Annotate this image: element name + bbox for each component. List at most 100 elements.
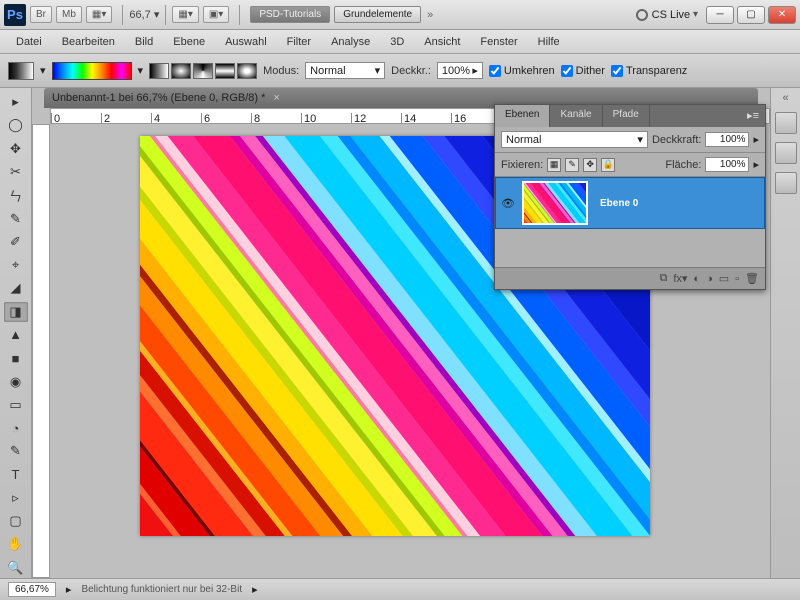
minimize-button[interactable]: ─	[706, 6, 734, 24]
diamond-gradient[interactable]	[237, 63, 257, 79]
new-layer-icon[interactable]: ▫	[735, 273, 739, 285]
lock-pixels[interactable]: ✎	[565, 158, 579, 172]
tool-marquee[interactable]: ◯	[4, 115, 28, 135]
fg-bg-swatch[interactable]	[8, 62, 34, 80]
layers-panel-icon[interactable]	[775, 112, 797, 134]
visibility-icon[interactable]: 👁	[496, 197, 520, 210]
tool-eyedropper[interactable]: ㄣ	[4, 185, 28, 205]
more-workspaces-icon[interactable]: »	[421, 9, 439, 21]
tool-move[interactable]: ▸	[4, 92, 28, 112]
tool-dodge[interactable]: ◉	[4, 371, 28, 391]
angle-gradient[interactable]	[193, 63, 213, 79]
blend-mode-dropdown[interactable]: Normal▾	[501, 131, 648, 148]
menu-ebene[interactable]: Ebene	[163, 33, 215, 51]
tab-kanale[interactable]: Kanäle	[550, 105, 602, 127]
menu-filter[interactable]: Filter	[277, 33, 321, 51]
close-tab-icon[interactable]: ×	[273, 92, 279, 104]
opacity-arrow-icon[interactable]: ▸	[753, 133, 759, 146]
tool-stamp[interactable]: ⌖	[4, 255, 28, 275]
tool-pencil[interactable]: ✐	[4, 232, 28, 252]
menu-auswahl[interactable]: Auswahl	[215, 33, 277, 51]
adjustment-icon[interactable]: ◑	[706, 273, 713, 285]
tab-pfade[interactable]: Pfade	[603, 105, 650, 127]
tool-pen[interactable]: ◔	[4, 418, 28, 438]
fill-field[interactable]: 100%	[705, 157, 749, 172]
tool-path[interactable]: ▭	[4, 395, 28, 415]
mask-icon[interactable]: ◐	[693, 273, 700, 285]
tool-hand2[interactable]: ✋	[4, 534, 28, 554]
opacity-label: Deckkr.:	[391, 65, 431, 77]
photoshop-logo: Ps	[4, 4, 26, 26]
adjustments-panel-icon[interactable]	[775, 142, 797, 164]
mode-label: Modus:	[263, 65, 299, 77]
panel-menu-icon[interactable]: ▸≡	[741, 105, 765, 127]
reverse-checkbox[interactable]: Umkehren	[489, 65, 555, 77]
tool-rectangle[interactable]: ■	[4, 348, 28, 368]
menu-analyse[interactable]: Analyse	[321, 33, 380, 51]
swatch-dropdown-icon[interactable]: ▾	[40, 64, 46, 77]
layer-opacity-label: Deckkraft:	[652, 134, 702, 146]
menu-ansicht[interactable]: Ansicht	[414, 33, 470, 51]
tool-gradient[interactable]: ◨	[4, 302, 28, 322]
linear-gradient[interactable]	[149, 63, 169, 79]
collapse-icon[interactable]: «	[782, 92, 788, 104]
dither-checkbox[interactable]: Dither	[561, 65, 605, 77]
tool-lasso[interactable]: ✥	[4, 139, 28, 159]
status-arrow-icon[interactable]: ▸	[66, 583, 72, 596]
menu-datei[interactable]: Datei	[6, 33, 52, 51]
workspace-button[interactable]: Grundelemente	[334, 6, 421, 23]
bridge-button[interactable]: Br	[30, 6, 52, 23]
gradient-dropdown-icon[interactable]: ▾	[138, 64, 144, 77]
status-more-icon[interactable]: ▸	[252, 583, 258, 596]
view-toggle[interactable]: ▦▾	[172, 6, 198, 23]
close-button[interactable]: ✕	[768, 6, 796, 24]
tool-zoom[interactable]: 🔍	[4, 558, 28, 578]
maximize-button[interactable]: ▢	[737, 6, 765, 24]
fx-icon[interactable]: fx▾	[673, 272, 687, 285]
transparency-checkbox[interactable]: Transparenz	[611, 65, 687, 77]
tool-hand[interactable]: ▢	[4, 511, 28, 531]
tool-text[interactable]: T	[4, 465, 28, 485]
menu-3d[interactable]: 3D	[380, 33, 414, 51]
gradient-preview[interactable]	[52, 62, 132, 80]
screen-mode[interactable]: ▣▾	[203, 6, 229, 23]
opacity-dropdown[interactable]: 100%▸	[437, 62, 483, 79]
cslive-button[interactable]: CS Live ▾	[636, 9, 698, 21]
tool-crop[interactable]: ✂	[4, 162, 28, 182]
zoom-readout: 66,7	[129, 9, 150, 21]
radial-gradient[interactable]	[171, 63, 191, 79]
trash-icon[interactable]: 🗑	[745, 272, 759, 285]
zoom-dropdown-icon[interactable]: ▾	[151, 8, 160, 21]
tool-brush[interactable]: ✎	[4, 208, 28, 228]
lock-all[interactable]: 🔒	[601, 158, 615, 172]
layers-panel: Ebenen Kanäle Pfade ▸≡ Normal▾ Deckkraft…	[494, 104, 766, 290]
mode-dropdown[interactable]: Normal▾	[305, 62, 385, 79]
tool-shape[interactable]: ▹	[4, 488, 28, 508]
menu-bild[interactable]: Bild	[125, 33, 163, 51]
tool-blur[interactable]: ▲	[4, 325, 28, 345]
tool-type[interactable]: ✎	[4, 441, 28, 461]
layer-thumbnail[interactable]	[522, 181, 588, 225]
menu-bearbeiten[interactable]: Bearbeiten	[52, 33, 125, 51]
group-icon[interactable]: ▭	[719, 272, 729, 285]
styles-panel-icon[interactable]	[775, 172, 797, 194]
layer-name[interactable]: Ebene 0	[590, 198, 638, 209]
lock-transparent[interactable]: ▦	[547, 158, 561, 172]
status-zoom[interactable]: 66,67%	[8, 582, 56, 597]
link-layers-icon[interactable]: ⧉	[659, 272, 667, 285]
fill-label: Fläche:	[665, 159, 701, 171]
minibridge-button[interactable]: Mb	[56, 6, 82, 23]
ruler-vertical	[32, 124, 50, 578]
lock-position[interactable]: ✥	[583, 158, 597, 172]
menu-fenster[interactable]: Fenster	[470, 33, 527, 51]
tab-ebenen[interactable]: Ebenen	[495, 105, 550, 127]
layer-opacity-field[interactable]: 100%	[705, 132, 749, 147]
layer-row[interactable]: 👁 Ebene 0	[495, 177, 765, 229]
status-message: Belichtung funktioniert nur bei 32-Bit	[81, 584, 242, 595]
layout-button[interactable]: ▦▾	[86, 6, 112, 23]
reflected-gradient[interactable]	[215, 63, 235, 79]
menu-hilfe[interactable]: Hilfe	[528, 33, 570, 51]
tutorials-button[interactable]: PSD-Tutorials	[250, 6, 330, 23]
tool-eraser[interactable]: ◢	[4, 278, 28, 298]
fill-arrow-icon[interactable]: ▸	[753, 158, 759, 171]
